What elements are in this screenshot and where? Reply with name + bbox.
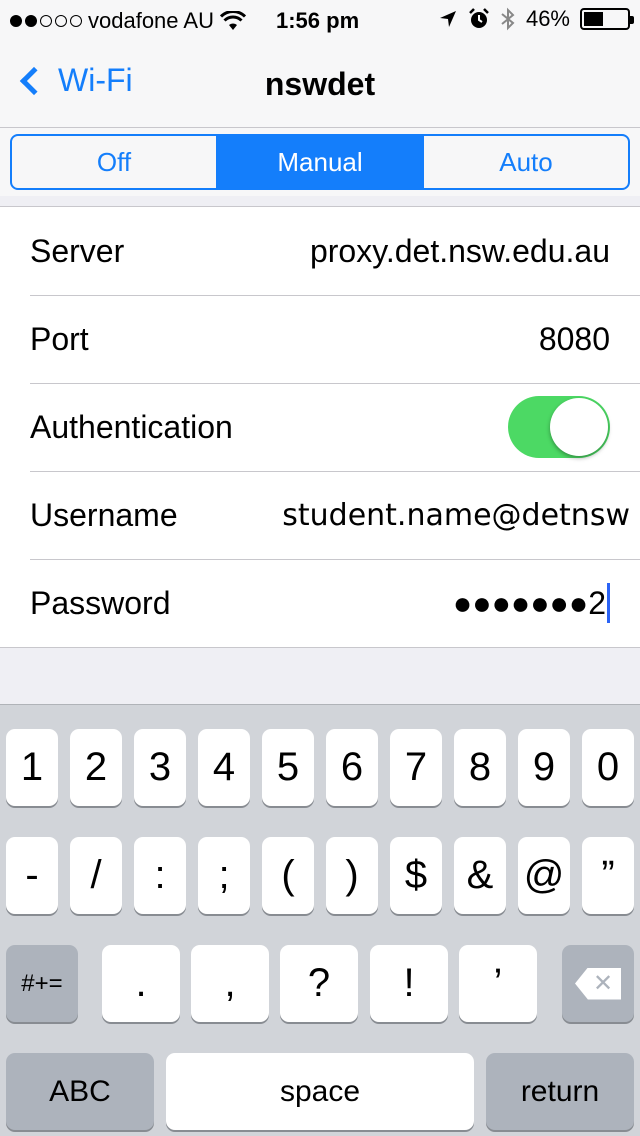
key-8[interactable]: 8 bbox=[454, 729, 506, 806]
username-field[interactable]: student.name@detnsw bbox=[178, 498, 630, 533]
password-row[interactable]: Password ●●●●●●● 2 bbox=[0, 559, 640, 647]
key-semicolon[interactable]: ; bbox=[198, 837, 250, 914]
segment-off[interactable]: Off bbox=[12, 136, 218, 188]
password-field[interactable]: ●●●●●●● 2 bbox=[171, 583, 610, 623]
bluetooth-icon bbox=[501, 7, 515, 31]
server-row[interactable]: Server proxy.det.nsw.edu.au bbox=[0, 207, 640, 295]
wifi-icon bbox=[219, 11, 246, 30]
key-0[interactable]: 0 bbox=[582, 729, 634, 806]
server-field[interactable]: proxy.det.nsw.edu.au bbox=[124, 233, 610, 270]
key-dollar[interactable]: $ bbox=[390, 837, 442, 914]
port-label: Port bbox=[30, 320, 89, 357]
password-label: Password bbox=[30, 584, 171, 621]
carrier-name: vodafone AU bbox=[88, 8, 214, 33]
key-5[interactable]: 5 bbox=[262, 729, 314, 806]
key-exclamation[interactable]: ! bbox=[370, 945, 448, 1022]
segment-manual[interactable]: Manual bbox=[218, 136, 424, 188]
proxy-settings-table: Server proxy.det.nsw.edu.au Port 8080 Au… bbox=[0, 206, 640, 648]
page-title: nswdet bbox=[264, 66, 376, 102]
key-colon[interactable]: : bbox=[134, 837, 186, 914]
key-3[interactable]: 3 bbox=[134, 729, 186, 806]
proxy-mode-bar: Off Manual Auto bbox=[0, 128, 640, 196]
key-abc[interactable]: ABC bbox=[6, 1053, 154, 1130]
port-field[interactable]: 8080 bbox=[89, 321, 610, 358]
status-time: 1:56 pm bbox=[276, 8, 360, 33]
delete-icon: ✕ bbox=[575, 967, 621, 1000]
segment-auto[interactable]: Auto bbox=[424, 136, 628, 188]
key-6[interactable]: 6 bbox=[326, 729, 378, 806]
signal-strength-icon bbox=[10, 15, 82, 27]
authentication-label: Authentication bbox=[30, 408, 233, 445]
key-question[interactable]: ? bbox=[280, 945, 358, 1022]
key-1[interactable]: 1 bbox=[6, 729, 58, 806]
authentication-row: Authentication bbox=[0, 383, 640, 471]
server-label: Server bbox=[30, 232, 125, 269]
key-slash[interactable]: / bbox=[70, 837, 122, 914]
proxy-mode-segmented-control: Off Manual Auto bbox=[10, 134, 630, 190]
status-right: 46% bbox=[438, 6, 634, 32]
key-9[interactable]: 9 bbox=[518, 729, 570, 806]
key-hyphen[interactable]: - bbox=[6, 837, 58, 914]
key-2[interactable]: 2 bbox=[70, 729, 122, 806]
status-left: vodafone AU bbox=[10, 8, 246, 34]
alarm-clock-icon bbox=[469, 8, 489, 28]
key-4[interactable]: 4 bbox=[198, 729, 250, 806]
location-arrow-icon bbox=[439, 11, 456, 27]
battery-percent: 46% bbox=[525, 6, 570, 31]
text-cursor bbox=[607, 583, 610, 623]
username-label: Username bbox=[30, 496, 178, 533]
password-last-char: 2 bbox=[588, 584, 606, 621]
key-close-paren[interactable]: ) bbox=[326, 837, 378, 914]
return-key[interactable]: return bbox=[486, 1053, 634, 1130]
key-at[interactable]: @ bbox=[518, 837, 570, 914]
password-mask: ●●●●●●● bbox=[452, 584, 589, 621]
status-bar: vodafone AU 1:56 pm 46% bbox=[0, 0, 640, 40]
key-comma[interactable]: , bbox=[191, 945, 269, 1022]
toggle-knob bbox=[550, 398, 608, 456]
space-key[interactable]: space bbox=[166, 1053, 474, 1130]
port-row[interactable]: Port 8080 bbox=[0, 295, 640, 383]
key-ampersand[interactable]: & bbox=[454, 837, 506, 914]
key-period[interactable]: . bbox=[102, 945, 180, 1022]
key-more-symbols[interactable]: #+= bbox=[6, 945, 78, 1022]
key-open-paren[interactable]: ( bbox=[262, 837, 314, 914]
key-7[interactable]: 7 bbox=[390, 729, 442, 806]
keyboard: 1 2 3 4 5 6 7 8 9 0 - / : ; ( ) $ & @ ” … bbox=[0, 704, 640, 1136]
navigation-bar: Wi-Fi nswdet bbox=[0, 40, 640, 128]
key-double-quote[interactable]: ” bbox=[582, 837, 634, 914]
key-apostrophe[interactable]: ’ bbox=[459, 945, 537, 1022]
username-row[interactable]: Username student.name@detnsw bbox=[0, 471, 640, 559]
authentication-toggle[interactable] bbox=[508, 396, 610, 458]
battery-icon bbox=[580, 8, 634, 30]
delete-key[interactable]: ✕ bbox=[562, 945, 634, 1022]
